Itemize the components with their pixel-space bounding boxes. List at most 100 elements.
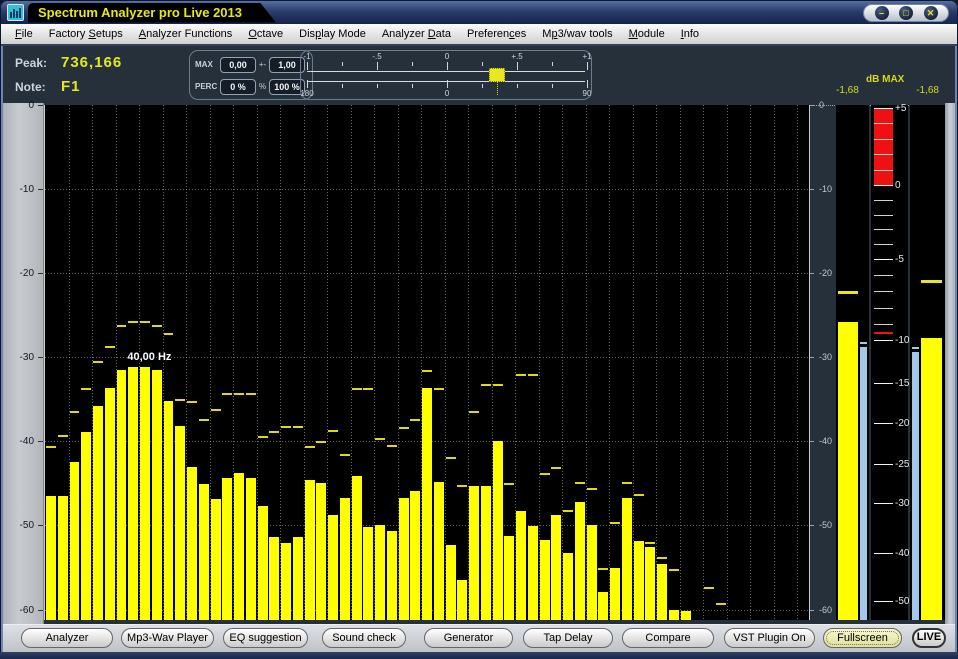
- menu-item-analyzer-data[interactable]: Analyzer Data: [374, 28, 459, 40]
- menu-item-factory-setups[interactable]: Factory Setups: [41, 28, 131, 40]
- spectrum-bar: [363, 527, 373, 620]
- slider-handle[interactable]: [489, 68, 505, 82]
- perc-min-input[interactable]: 0 %: [220, 79, 256, 95]
- meter-rms-peak-marker: [860, 342, 867, 344]
- peak-hold-marker: [481, 384, 491, 386]
- peak-hold-marker: [493, 384, 503, 386]
- meter-left-channel: [836, 105, 869, 620]
- meter-scale-tick: [874, 200, 893, 201]
- meter-red-zone: [874, 108, 893, 185]
- spectrum-plot: 40,00 Hz: [44, 105, 810, 620]
- mp3-wav-player-button[interactable]: Mp3-Wav Player: [121, 628, 214, 648]
- module-toolbar: Analyzer Mp3-Wav Player EQ suggestion Sound…: [3, 624, 955, 652]
- spectrum-bar: [481, 486, 491, 620]
- menu-item-mp3-wav-tools[interactable]: Mp3/wav tools: [534, 28, 620, 40]
- gridline-vertical: [703, 105, 704, 620]
- spectrum-bar: [669, 610, 679, 620]
- slider-tick: [447, 80, 448, 88]
- slider-track[interactable]: [307, 71, 585, 82]
- menu-item-module[interactable]: Module: [621, 28, 673, 40]
- spectrum-bar: [269, 537, 279, 620]
- live-button[interactable]: LIVE: [912, 628, 946, 648]
- title-bar[interactable]: Spectrum Analyzer pro Live 2013 –□✕: [1, 1, 957, 24]
- window-right-edge: [945, 103, 955, 625]
- spectrum-bar: [117, 370, 127, 620]
- gridline-vertical: [562, 105, 563, 620]
- meter-scale-tick-major: [874, 423, 893, 424]
- close-button[interactable]: ✕: [924, 6, 938, 20]
- meter-scale-tick-major: [874, 185, 893, 186]
- slider-tick: [482, 84, 483, 88]
- menu-item-octave[interactable]: Octave: [240, 28, 291, 40]
- sound-check-button[interactable]: Sound check: [322, 628, 406, 648]
- spectrum-bar: [70, 462, 80, 620]
- meter-scale-label: 0: [895, 180, 901, 191]
- balance-slider[interactable]: -1-.50+.5+1180090: [300, 50, 592, 100]
- left-axis-tick: [38, 189, 43, 190]
- peak-hold-marker: [81, 388, 91, 390]
- peak-hold-marker: [598, 568, 608, 570]
- minimize-button[interactable]: –: [875, 6, 889, 20]
- maximize-button[interactable]: □: [899, 6, 913, 20]
- peak-hold-marker: [363, 388, 373, 390]
- slider-tick: [307, 80, 308, 88]
- spectrum-bar: [634, 541, 644, 620]
- peak-frequency-label: 40,00 Hz: [127, 351, 171, 363]
- note-label: Note:: [15, 80, 61, 94]
- left-axis-label: 0: [28, 100, 34, 111]
- meter-scale-label: -20: [895, 418, 909, 429]
- peak-hold-marker: [187, 401, 197, 403]
- generator-button[interactable]: Generator: [424, 628, 513, 648]
- slider-scale-bottom-label: 0: [445, 89, 449, 98]
- menu-item-info[interactable]: Info: [673, 28, 707, 40]
- compare-button[interactable]: Compare: [622, 628, 714, 648]
- slider-tick: [587, 62, 588, 70]
- peak-hold-marker: [269, 431, 279, 433]
- menu-item-display-mode[interactable]: Display Mode: [291, 28, 374, 40]
- right-axis-tick: [810, 105, 814, 106]
- peak-hold-marker: [305, 446, 315, 448]
- vst-plugin-on-button[interactable]: VST Plugin On: [724, 628, 815, 648]
- window-controls: –□ ✕: [863, 4, 949, 22]
- slider-tick: [517, 62, 518, 70]
- meter-scale-tick: [874, 123, 893, 124]
- slider-scale-bottom-label: 90: [583, 89, 592, 98]
- peak-hold-marker: [105, 346, 115, 348]
- slider-scale-top-label: +1: [582, 52, 591, 61]
- meter-scale-tick-major: [874, 383, 893, 384]
- slider-tick: [587, 80, 588, 88]
- spectrum-bar: [46, 496, 56, 620]
- meter-scale-label: -50: [895, 596, 909, 607]
- meter-scale-tick: [874, 215, 893, 216]
- tap-delay-button[interactable]: Tap Delay: [523, 628, 613, 648]
- perc-separator: %: [258, 82, 267, 91]
- peak-hold-marker: [575, 482, 585, 484]
- gridline-vertical: [680, 105, 681, 620]
- spectrum-bar: [281, 543, 291, 620]
- gridline-vertical: [445, 105, 446, 620]
- meter-rms-bar: [912, 352, 919, 620]
- peak-hold-marker: [375, 438, 385, 440]
- menu-item-analyzer-functions[interactable]: Analyzer Functions: [131, 28, 241, 40]
- slider-tick: [517, 84, 518, 88]
- meter-scale-tick: [874, 154, 893, 155]
- right-axis-label: -40: [819, 436, 832, 446]
- menu-item-preferences[interactable]: Preferences: [459, 28, 534, 40]
- left-axis-label: -10: [20, 184, 34, 195]
- peak-hold-marker: [128, 321, 138, 323]
- eq-suggestion-button[interactable]: EQ suggestion: [223, 628, 308, 648]
- spectrum-bar: [434, 482, 444, 620]
- peak-hold-marker: [258, 436, 268, 438]
- peak-hold-marker: [352, 388, 362, 390]
- right-axis-tick: [810, 357, 814, 358]
- analyzer-button[interactable]: Analyzer: [21, 628, 113, 648]
- menu-bar: FileFactory SetupsAnalyzer FunctionsOcta…: [1, 24, 957, 46]
- slider-tick: [412, 62, 413, 66]
- max-min-input[interactable]: 0,00: [220, 57, 256, 73]
- spectrum-bar: [446, 545, 456, 620]
- menu-item-file[interactable]: File: [7, 28, 41, 40]
- gridline-vertical: [774, 105, 775, 620]
- spectrum-bar: [340, 498, 350, 620]
- spectrum-bar: [610, 568, 620, 620]
- fullscreen-button[interactable]: Fullscreen: [823, 628, 902, 648]
